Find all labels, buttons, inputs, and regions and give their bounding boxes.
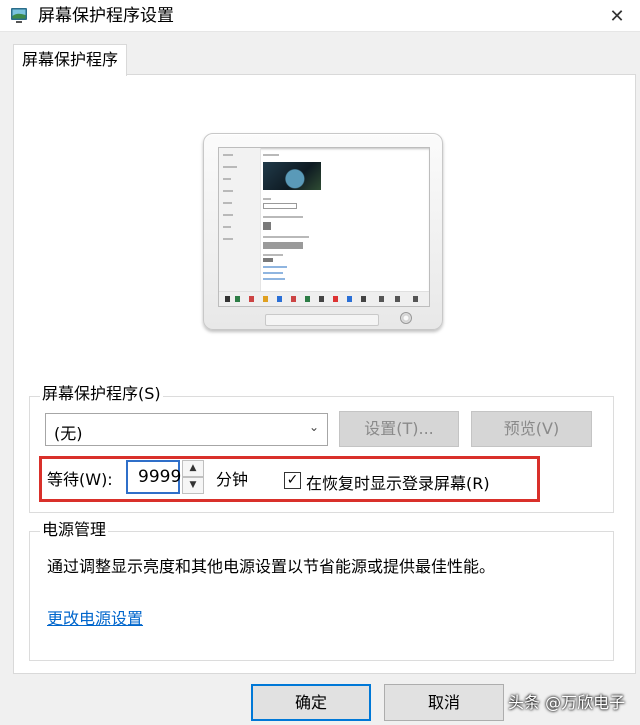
preview-taskbar [219, 291, 429, 306]
screensaver-monitor-icon [11, 8, 27, 23]
ok-button[interactable]: 确定 [251, 684, 371, 721]
power-description: 通过调整显示亮度和其他电源设置以节省能源或提供最佳性能。 [47, 557, 496, 576]
chevron-down-icon: ⌄ [308, 420, 319, 434]
power-button-icon [400, 312, 412, 324]
cancel-button[interactable]: 取消 [384, 684, 504, 721]
close-icon: ✕ [609, 5, 625, 27]
monitor-preview [203, 133, 443, 330]
close-button[interactable]: ✕ [594, 0, 640, 32]
change-power-settings-link[interactable]: 更改电源设置 [47, 605, 143, 629]
power-group [29, 531, 614, 661]
settings-button[interactable]: 设置(T)... [339, 411, 459, 447]
power-group-label: 电源管理 [40, 520, 109, 540]
monitor-base-slot [265, 314, 379, 326]
watermark: 头条 @万欣电子 [508, 693, 626, 712]
tab-screensaver[interactable]: 屏幕保护程序 [13, 44, 127, 76]
preview-sidebar [219, 148, 261, 293]
preview-button[interactable]: 预览(V) [471, 411, 592, 447]
window-title: 屏幕保护程序设置 [38, 6, 174, 26]
preview-wallpaper [263, 162, 321, 190]
screensaver-select-value: (无) [54, 424, 83, 443]
screensaver-select[interactable]: (无) ⌄ [45, 413, 328, 446]
preview-screen [218, 147, 430, 307]
title-bar: 屏幕保护程序设置 ✕ [0, 0, 640, 32]
annotation-highlight-box [39, 456, 540, 502]
screensaver-group-label: 屏幕保护程序(S) [40, 384, 163, 404]
